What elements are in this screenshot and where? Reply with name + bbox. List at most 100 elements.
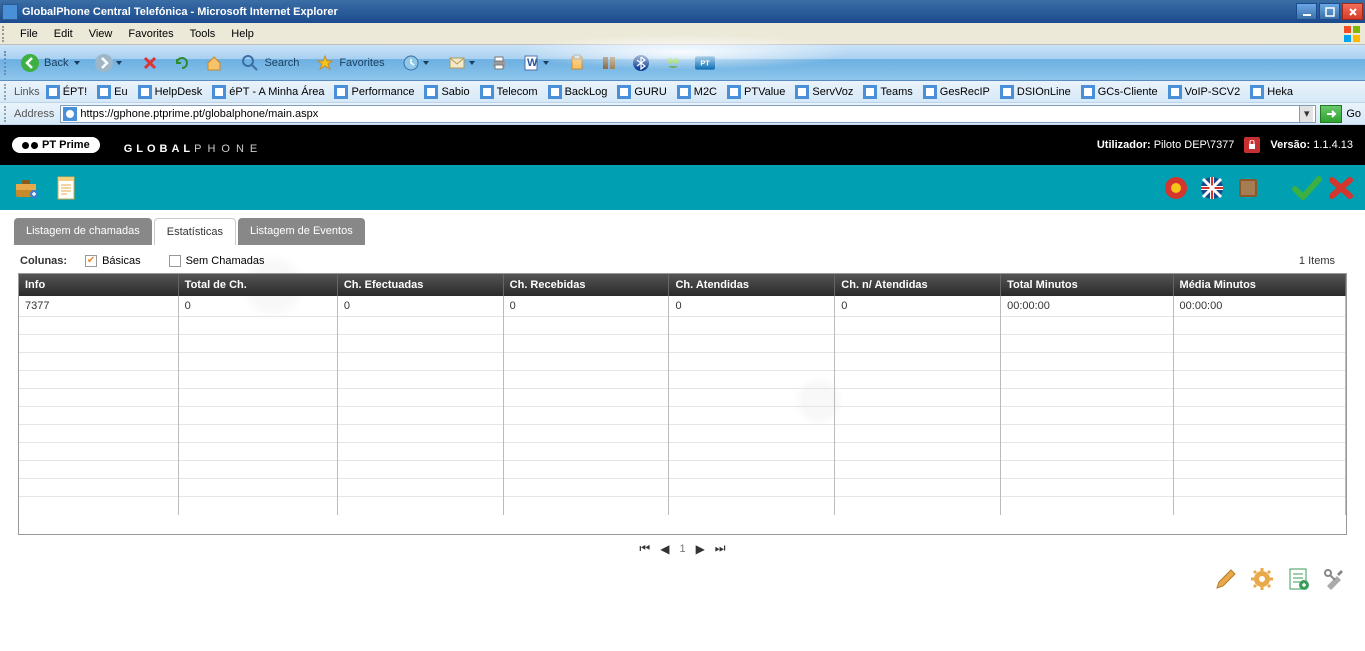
menu-edit[interactable]: Edit <box>46 25 81 43</box>
messenger-button[interactable] <box>658 49 688 77</box>
bluetooth-button[interactable] <box>626 49 656 77</box>
pager-prev[interactable]: ◀ <box>660 542 669 556</box>
menu-file[interactable]: File <box>12 25 46 43</box>
menu-view[interactable]: View <box>81 25 121 43</box>
pager-last[interactable]: ⏭ <box>715 541 726 556</box>
linksbar-grip[interactable] <box>4 84 10 100</box>
close-button[interactable] <box>1342 3 1363 20</box>
table-row[interactable] <box>19 317 1346 335</box>
flag-uk-icon[interactable] <box>1199 175 1225 201</box>
favicon-icon <box>97 85 111 99</box>
table-cell <box>1173 335 1345 353</box>
pt-logo-button[interactable]: PT <box>690 49 720 77</box>
table-row[interactable] <box>19 407 1346 425</box>
table-row[interactable] <box>19 461 1346 479</box>
history-button[interactable] <box>396 49 436 77</box>
links-item[interactable]: Sabio <box>424 85 469 99</box>
book-icon[interactable] <box>1235 175 1261 201</box>
forward-button[interactable] <box>89 49 129 77</box>
links-item[interactable]: ÉPT! <box>46 85 87 99</box>
column-header[interactable]: Ch. Atendidas <box>669 274 835 296</box>
table-row[interactable] <box>19 479 1346 497</box>
links-item[interactable]: GURU <box>617 85 666 99</box>
links-item[interactable]: GCs-Cliente <box>1081 85 1158 99</box>
table-row[interactable] <box>19 425 1346 443</box>
cancel-icon[interactable] <box>1327 175 1353 201</box>
links-item[interactable]: PTValue <box>727 85 785 99</box>
table-cell <box>19 353 178 371</box>
table-row[interactable] <box>19 335 1346 353</box>
links-item[interactable]: VoIP-SCV2 <box>1168 85 1241 99</box>
links-item[interactable]: M2C <box>677 85 717 99</box>
edit-button[interactable]: W <box>516 49 556 77</box>
go-button[interactable] <box>1320 105 1342 123</box>
table-row[interactable] <box>19 443 1346 461</box>
table-row[interactable] <box>19 353 1346 371</box>
table-cell <box>1173 389 1345 407</box>
address-input[interactable] <box>80 108 1299 120</box>
mail-button[interactable] <box>442 49 482 77</box>
menu-favorites[interactable]: Favorites <box>120 25 181 43</box>
document-icon[interactable] <box>52 174 80 202</box>
addrbar-grip[interactable] <box>4 106 10 122</box>
links-item[interactable]: Eu <box>97 85 127 99</box>
links-item[interactable]: Telecom <box>480 85 538 99</box>
column-header[interactable]: Ch. Recebidas <box>503 274 669 296</box>
tab-event-list[interactable]: Listagem de Eventos <box>238 218 365 245</box>
tab-call-list[interactable]: Listagem de chamadas <box>14 218 152 245</box>
table-row[interactable] <box>19 389 1346 407</box>
column-header[interactable]: Total Minutos <box>1001 274 1173 296</box>
address-dropdown[interactable]: ▾ <box>1299 106 1313 122</box>
column-header[interactable]: Média Minutos <box>1173 274 1345 296</box>
table-row[interactable]: 73770000000:00:0000:00:00 <box>19 296 1346 317</box>
gear-icon[interactable] <box>1249 566 1275 592</box>
column-header[interactable]: Info <box>19 274 178 296</box>
briefcase-icon[interactable] <box>12 174 40 202</box>
table-cell <box>1001 371 1173 389</box>
links-item[interactable]: HelpDesk <box>138 85 203 99</box>
research-button[interactable] <box>594 49 624 77</box>
search-button[interactable]: Search <box>235 49 308 77</box>
menubar-grip[interactable] <box>2 26 10 42</box>
links-item[interactable]: Heka <box>1250 85 1293 99</box>
tools-icon[interactable] <box>1321 566 1347 592</box>
links-item[interactable]: DSIOnLine <box>1000 85 1071 99</box>
menu-help[interactable]: Help <box>223 25 262 43</box>
column-header[interactable]: Ch. Efectuadas <box>337 274 503 296</box>
table-cell <box>835 479 1001 497</box>
links-item[interactable]: ServVoz <box>795 85 853 99</box>
links-item[interactable]: Teams <box>863 85 912 99</box>
back-button[interactable]: Back <box>15 49 87 77</box>
menu-tools[interactable]: Tools <box>182 25 224 43</box>
table-cell <box>669 317 835 335</box>
export-icon[interactable] <box>1285 566 1311 592</box>
nocalls-checkbox[interactable]: Sem Chamadas <box>169 255 265 267</box>
table-cell: 0 <box>669 296 835 317</box>
links-item[interactable]: éPT - A Minha Área <box>212 85 324 99</box>
refresh-button[interactable] <box>167 49 197 77</box>
column-header[interactable]: Ch. n/ Atendidas <box>835 274 1001 296</box>
table-row[interactable] <box>19 497 1346 515</box>
confirm-icon[interactable] <box>1291 175 1317 201</box>
favorites-button[interactable]: Favorites <box>310 49 393 77</box>
column-header[interactable]: Total de Ch. <box>178 274 337 296</box>
flag-pt-icon[interactable] <box>1163 175 1189 201</box>
basic-checkbox[interactable]: Básicas <box>85 255 141 267</box>
pager-next[interactable]: ▶ <box>696 542 705 556</box>
links-item[interactable]: GesRecIP <box>923 85 990 99</box>
table-cell <box>19 335 178 353</box>
pager-first[interactable]: ⏮ <box>639 541 650 556</box>
tab-statistics[interactable]: Estatísticas <box>154 218 236 245</box>
home-button[interactable] <box>199 49 229 77</box>
table-row[interactable] <box>19 371 1346 389</box>
toolbar-grip[interactable] <box>4 51 10 75</box>
print-button[interactable] <box>484 49 514 77</box>
links-item[interactable]: Performance <box>334 85 414 99</box>
maximize-button[interactable] <box>1319 3 1340 20</box>
links-item[interactable]: BackLog <box>548 85 608 99</box>
stop-button[interactable] <box>135 49 165 77</box>
clipboard-button[interactable] <box>562 49 592 77</box>
minimize-button[interactable] <box>1296 3 1317 20</box>
globalphone-logo: GLOBALPHONE <box>124 132 264 158</box>
brush-icon[interactable] <box>1213 566 1239 592</box>
